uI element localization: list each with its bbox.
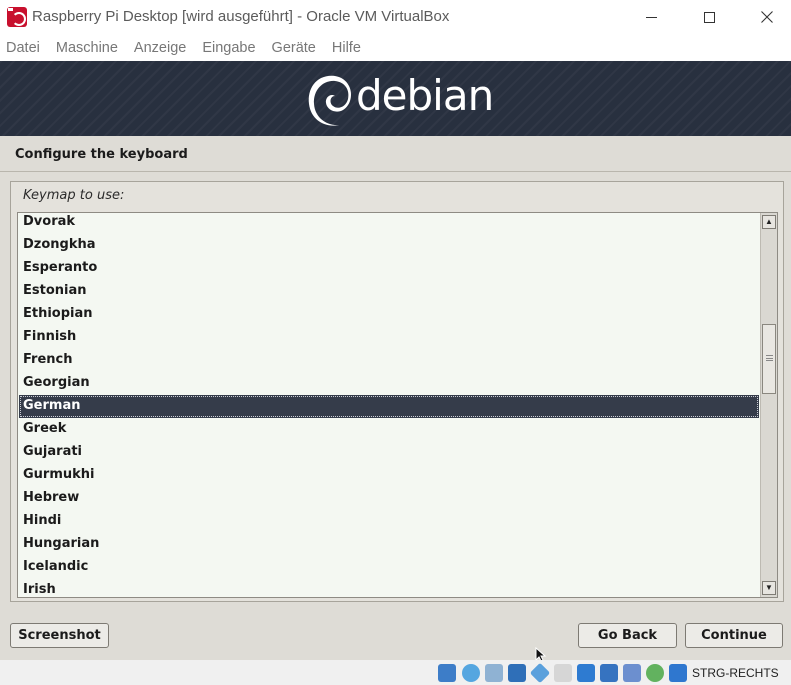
scroll-down-arrow-icon[interactable]: ▼ (762, 581, 776, 595)
optical-drive-icon[interactable] (462, 664, 480, 682)
scroll-up-arrow-icon[interactable]: ▲ (762, 215, 776, 229)
list-item[interactable]: Dzongkha (19, 234, 759, 257)
close-button[interactable] (744, 0, 790, 34)
list-item[interactable]: Hindi (19, 510, 759, 533)
screenshot-button[interactable]: Screenshot (10, 623, 109, 648)
list-item[interactable]: Georgian (19, 372, 759, 395)
grip-icon (766, 355, 773, 361)
menu-anzeige[interactable]: Anzeige (134, 40, 186, 56)
close-icon (761, 11, 773, 23)
list-item[interactable]: Estonian (19, 280, 759, 303)
list-item-selected[interactable]: German (19, 395, 759, 418)
virtualbox-app-icon (7, 7, 27, 27)
menu-datei[interactable]: Datei (6, 40, 40, 56)
display-icon[interactable] (577, 664, 595, 682)
keymap-label: Keymap to use: (23, 188, 125, 203)
hard-disk-icon[interactable] (438, 664, 456, 682)
menu-geraete[interactable]: Geräte (272, 40, 316, 56)
list-item[interactable]: Esperanto (19, 257, 759, 280)
title-divider (0, 171, 791, 172)
debian-banner: debian (0, 61, 791, 136)
network-icon[interactable] (508, 664, 526, 682)
vm-display[interactable]: debian Configure the keyboard Keymap to … (0, 61, 791, 660)
keymap-scrollbar[interactable]: ▲ ▼ (760, 213, 777, 597)
keymap-frame: Keymap to use: Dvorak Dzongkha Esperanto… (10, 181, 784, 602)
continue-button[interactable]: Continue (685, 623, 783, 648)
virtualization-icon[interactable] (623, 664, 641, 682)
list-item[interactable]: Gurmukhi (19, 464, 759, 487)
usb-icon[interactable] (529, 662, 551, 684)
list-item[interactable]: Greek (19, 418, 759, 441)
list-item[interactable]: Hungarian (19, 533, 759, 556)
maximize-icon (703, 11, 715, 23)
list-item[interactable]: Dvorak (19, 213, 759, 234)
list-item[interactable]: Ethiopian (19, 303, 759, 326)
recording-icon[interactable] (600, 664, 618, 682)
menu-maschine[interactable]: Maschine (56, 40, 118, 56)
list-item[interactable]: Gujarati (19, 441, 759, 464)
list-item[interactable]: Hebrew (19, 487, 759, 510)
maximize-button[interactable] (686, 0, 732, 34)
menu-hilfe[interactable]: Hilfe (332, 40, 361, 56)
list-item[interactable]: Finnish (19, 326, 759, 349)
keyboard-capture-icon[interactable] (669, 664, 687, 682)
vm-statusbar: STRG-RECHTS (0, 660, 791, 685)
list-item[interactable]: French (19, 349, 759, 372)
keymap-list[interactable]: Dvorak Dzongkha Esperanto Estonian Ethio… (17, 212, 778, 598)
page-title: Configure the keyboard (15, 147, 188, 162)
debian-swirl-icon (308, 75, 351, 126)
audio-icon[interactable] (485, 664, 503, 682)
list-item[interactable]: Icelandic (19, 556, 759, 579)
minimize-icon (645, 16, 657, 18)
go-back-button[interactable]: Go Back (578, 623, 677, 648)
mouse-integration-icon[interactable] (646, 664, 664, 682)
menu-eingabe[interactable]: Eingabe (202, 40, 255, 56)
menu-bar: Datei Maschine Anzeige Eingabe Geräte Hi… (0, 36, 791, 60)
scrollbar-thumb[interactable] (762, 324, 776, 394)
window-title: Raspberry Pi Desktop [wird ausgeführt] -… (32, 8, 450, 25)
host-key-label: STRG-RECHTS (692, 666, 779, 680)
shared-folder-icon[interactable] (554, 664, 572, 682)
list-item[interactable]: Irish (19, 579, 759, 597)
window-titlebar: Raspberry Pi Desktop [wird ausgeführt] -… (0, 0, 791, 34)
debian-logo-text: debian (356, 71, 494, 120)
minimize-button[interactable] (628, 0, 674, 34)
